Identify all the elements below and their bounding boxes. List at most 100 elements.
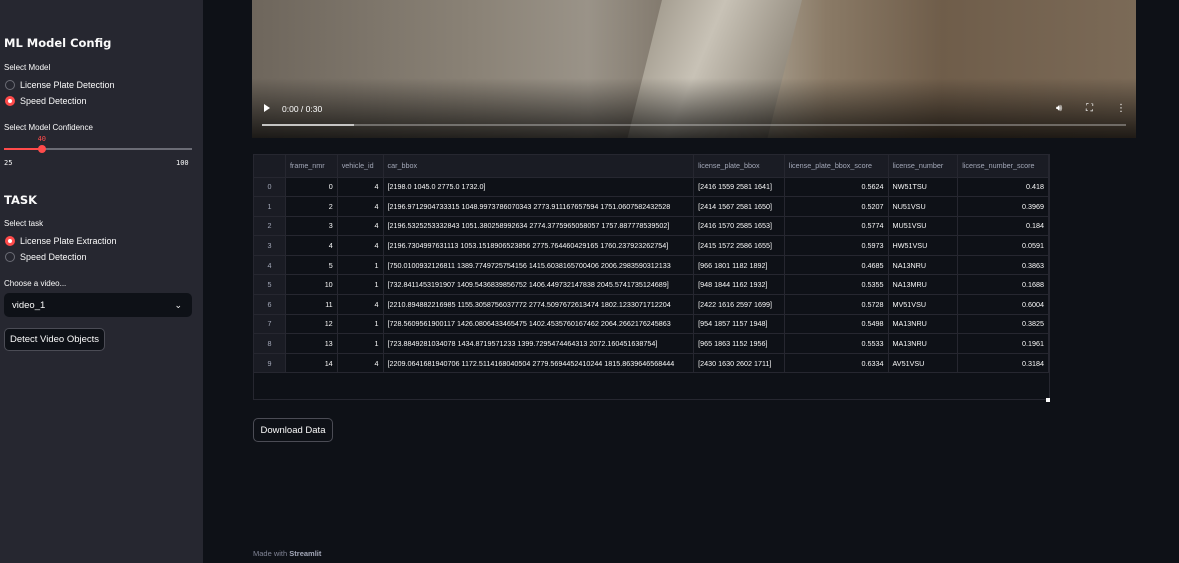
table-cell[interactable]: 5	[285, 255, 338, 276]
table-cell[interactable]: 4	[337, 294, 384, 315]
table-cell[interactable]: [2196.7304997631113 1053.1518906523856 2…	[383, 235, 695, 256]
radio-button[interactable]	[5, 252, 15, 262]
table-cell[interactable]: 0.6004	[957, 294, 1049, 315]
column-header-vehicle-id[interactable]: vehicle_id	[337, 155, 384, 178]
table-cell[interactable]: 0.5624	[784, 177, 889, 198]
table-cell[interactable]: 4	[285, 235, 338, 256]
index-column-header[interactable]	[254, 155, 286, 178]
column-header-license-number[interactable]: license_number	[888, 155, 959, 178]
table-cell[interactable]: [954 1857 1157 1948]	[693, 314, 785, 335]
video-select[interactable]: video_1 ⌄	[4, 293, 192, 317]
table-cell[interactable]: MA13NRU	[888, 314, 959, 335]
download-data-button[interactable]: Download Data	[253, 418, 333, 442]
table-row[interactable]: 4 5 1 [750.0100932126811 1389.7749725754156…	[254, 255, 1049, 276]
video-player[interactable]: 0:00 / 0:30 🔊︎ ⛶ ⋮	[252, 0, 1136, 138]
table-cell[interactable]: 0.5728	[784, 294, 889, 315]
table-cell[interactable]: NA13NRU	[888, 255, 959, 276]
table-cell[interactable]: 0.0591	[957, 235, 1049, 256]
table-cell[interactable]: 4	[337, 196, 384, 217]
slider-thumb[interactable]	[37, 145, 46, 153]
detect-video-objects-button[interactable]: Detect Video Objects	[4, 328, 105, 351]
table-cell[interactable]: [728.5609561900117 1426.0806433465475 14…	[383, 314, 695, 335]
table-cell[interactable]: NW51TSU	[888, 177, 959, 198]
table-cell[interactable]: [965 1863 1152 1956]	[693, 333, 785, 354]
table-row[interactable]: 5 10 1 [732.8411453191907 1409.543683985675…	[254, 274, 1049, 296]
table-cell[interactable]: 0	[285, 177, 338, 198]
table-cell[interactable]: 1	[337, 333, 384, 354]
table-cell[interactable]: 14	[285, 353, 338, 374]
table-cell[interactable]: 2	[285, 196, 338, 217]
table-cell[interactable]: 0.1961	[957, 333, 1049, 354]
table-row[interactable]: 7 12 1 [728.5609561900117 1426.080643346547…	[254, 314, 1049, 335]
data-table[interactable]: frame_nmr vehicle_id car_bbox license_plate…	[253, 154, 1050, 400]
table-cell[interactable]: 0.3863	[957, 255, 1049, 276]
streamlit-link[interactable]: Streamlit	[289, 549, 321, 558]
table-cell[interactable]: 4	[337, 235, 384, 256]
table-cell[interactable]: 0.4685	[784, 255, 889, 276]
model-option-license-plate-detection[interactable]: License Plate Detection	[5, 80, 115, 90]
table-row[interactable]: 2 3 4 [2196.5325253332843 1051.380258992634…	[254, 216, 1049, 237]
table-cell[interactable]: NU51VSU	[888, 196, 959, 217]
table-cell[interactable]: 0.3969	[957, 196, 1049, 217]
table-cell[interactable]: [2198.0 1045.0 2775.0 1732.0]	[383, 177, 695, 198]
table-cell[interactable]: 1	[337, 274, 384, 296]
table-cell[interactable]: 0.5207	[784, 196, 889, 217]
table-cell[interactable]: MU51VSU	[888, 216, 959, 237]
table-cell[interactable]: 0.3184	[957, 353, 1049, 374]
table-row[interactable]: 8 13 1 [723.8849281034078 1434.8719571233 1…	[254, 333, 1049, 354]
table-cell[interactable]: [732.8411453191907 1409.5436839856752 14…	[383, 274, 695, 296]
table-cell[interactable]: 11	[285, 294, 338, 315]
confidence-slider[interactable]	[4, 145, 192, 153]
table-cell[interactable]: [2210.894882216985 1155.3058756037772 27…	[383, 294, 695, 315]
table-row[interactable]: 0 0 4 [2198.0 1045.0 2775.0 1732.0] [2416 15…	[254, 177, 1049, 198]
table-cell[interactable]: [2430 1630 2602 1711]	[693, 353, 785, 374]
table-cell[interactable]: 1	[337, 255, 384, 276]
column-header-license-plate-bbox[interactable]: license_plate_bbox	[693, 155, 785, 178]
table-cell[interactable]: 0.5533	[784, 333, 889, 354]
table-cell[interactable]: 4	[337, 353, 384, 374]
table-cell[interactable]: 13	[285, 333, 338, 354]
table-cell[interactable]: 12	[285, 314, 338, 335]
column-header-frame-nmr[interactable]: frame_nmr	[285, 155, 338, 178]
table-row[interactable]: 1 2 4 [2196.9712904733315 1048.997378607034…	[254, 196, 1049, 217]
video-progress-bar[interactable]	[262, 124, 1126, 126]
table-row[interactable]: 6 11 4 [2210.894882216985 1155.305875603777…	[254, 294, 1049, 315]
table-cell[interactable]: [2414 1567 2581 1650]	[693, 196, 785, 217]
table-cell[interactable]: [948 1844 1162 1932]	[693, 274, 785, 296]
table-cell[interactable]: 0.5498	[784, 314, 889, 335]
table-cell[interactable]: 0.5973	[784, 235, 889, 256]
column-header-car-bbox[interactable]: car_bbox	[383, 155, 695, 178]
table-cell[interactable]: [750.0100932126811 1389.7749725754156 14…	[383, 255, 695, 276]
table-cell[interactable]: 4	[337, 216, 384, 237]
table-cell[interactable]: AV51VSU	[888, 353, 959, 374]
table-resize-handle[interactable]	[1046, 398, 1050, 402]
table-cell[interactable]: 3	[285, 216, 338, 237]
table-cell[interactable]: [2415 1572 2586 1655]	[693, 235, 785, 256]
table-cell[interactable]: 0.6334	[784, 353, 889, 374]
task-option-speed-detection[interactable]: Speed Detection	[5, 252, 87, 262]
table-cell[interactable]: [2196.5325253332843 1051.380258992634 27…	[383, 216, 695, 237]
model-option-speed-detection[interactable]: Speed Detection	[5, 96, 87, 106]
table-cell[interactable]: NA13MRU	[888, 274, 959, 296]
radio-button-selected[interactable]	[5, 236, 15, 246]
table-cell[interactable]: [2416 1570 2585 1653]	[693, 216, 785, 237]
table-cell[interactable]: 1	[337, 314, 384, 335]
table-cell[interactable]: 0.418	[957, 177, 1049, 198]
table-row[interactable]: 9 14 4 [2209.0641681940706 1172.51141680405…	[254, 353, 1049, 374]
table-cell[interactable]: 4	[337, 177, 384, 198]
table-row[interactable]: 3 4 4 [2196.7304997631113 1053.151890652385…	[254, 235, 1049, 256]
play-icon[interactable]	[264, 104, 270, 112]
table-cell[interactable]: 0.5355	[784, 274, 889, 296]
table-cell[interactable]: [2196.9712904733315 1048.9973786070343 2…	[383, 196, 695, 217]
table-cell[interactable]: 0.184	[957, 216, 1049, 237]
more-options-icon[interactable]: ⋮	[1116, 103, 1126, 114]
table-cell[interactable]: 0.3825	[957, 314, 1049, 335]
fullscreen-icon[interactable]: ⛶	[1086, 103, 1093, 114]
table-cell[interactable]: [966 1801 1182 1892]	[693, 255, 785, 276]
task-option-license-plate-extraction[interactable]: License Plate Extraction	[5, 236, 117, 246]
radio-button[interactable]	[5, 80, 15, 90]
table-cell[interactable]: MA13NRU	[888, 333, 959, 354]
table-cell[interactable]: [2416 1559 2581 1641]	[693, 177, 785, 198]
table-cell[interactable]: HW51VSU	[888, 235, 959, 256]
column-header-license-plate-bbox-score[interactable]: license_plate_bbox_score	[784, 155, 889, 178]
